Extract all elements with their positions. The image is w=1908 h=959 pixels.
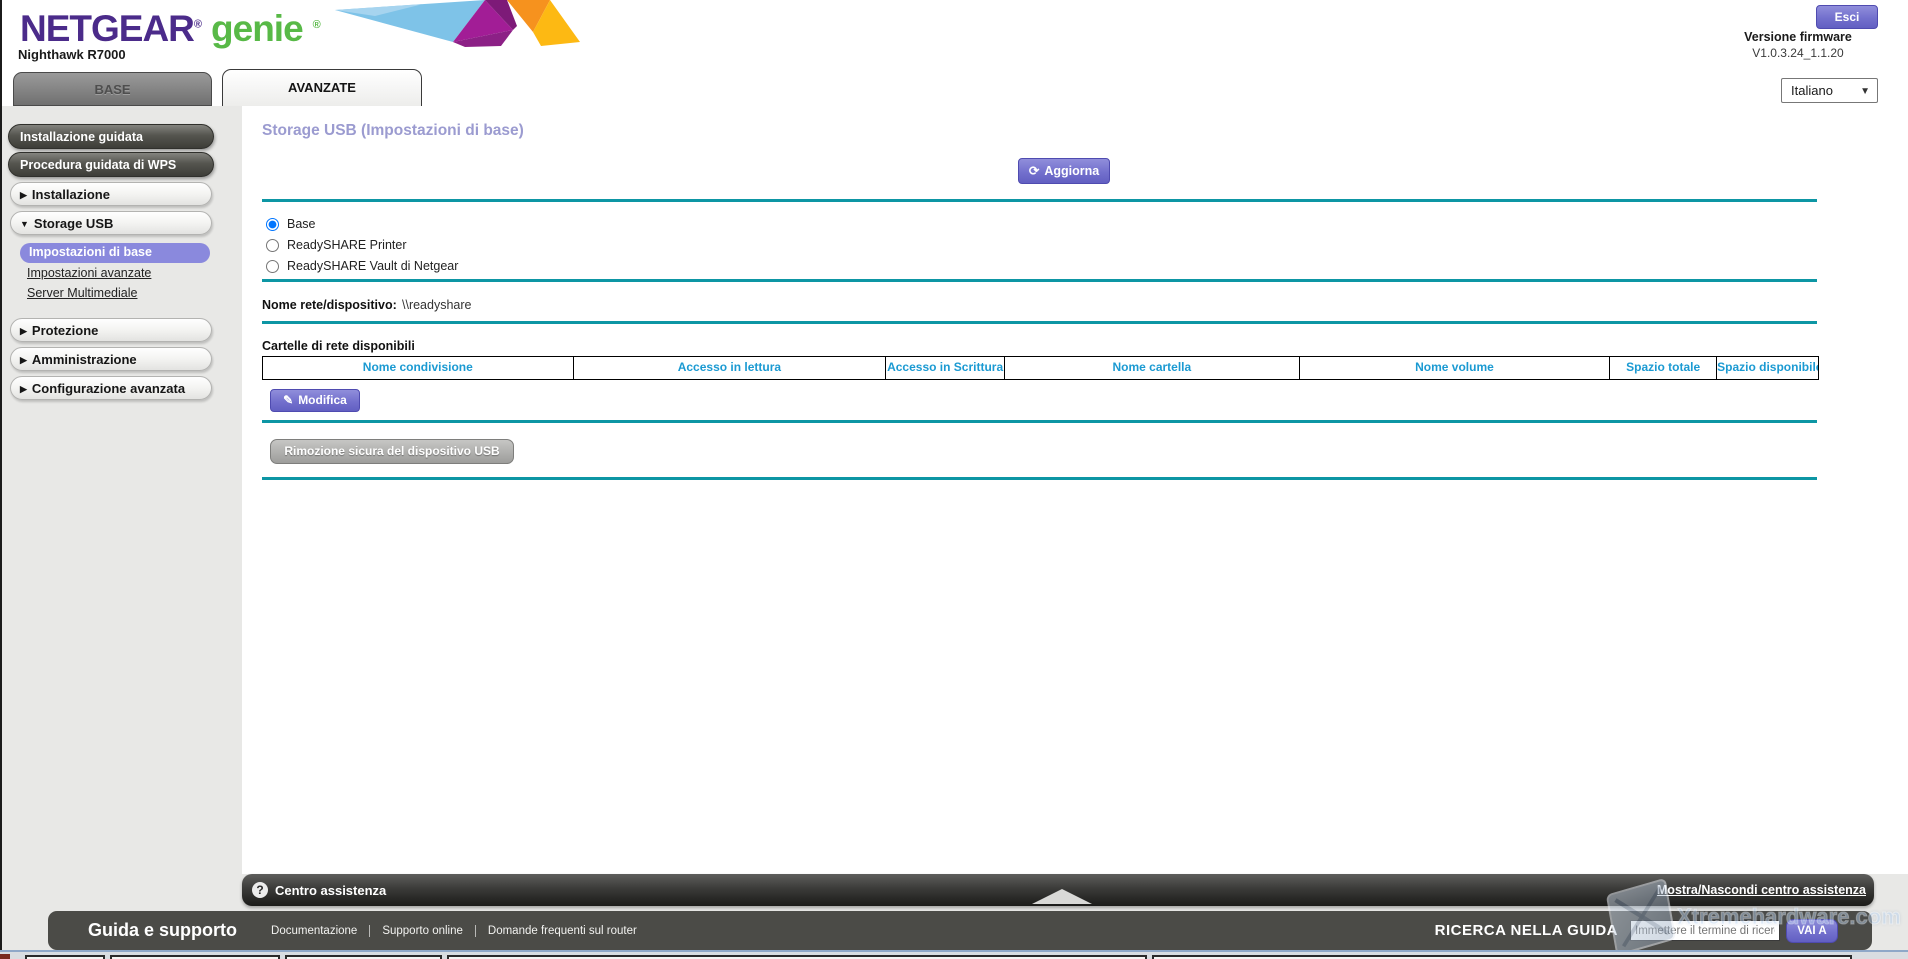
- content-panel: [242, 106, 1908, 874]
- firmware-version: V1.0.3.24_1.1.20: [1718, 46, 1878, 60]
- divider-rule: [262, 420, 1817, 423]
- sidebar-subitem-impostazioni-di-base[interactable]: Impostazioni di base: [20, 243, 210, 263]
- refresh-button[interactable]: ⟳ Aggiorna: [1018, 158, 1110, 184]
- tab-avanzate[interactable]: AVANZATE: [222, 69, 422, 106]
- tab-base[interactable]: BASE: [13, 72, 212, 106]
- logo-genie: genie: [211, 8, 303, 49]
- language-selected-value: Italiano: [1791, 83, 1833, 98]
- registered-mark: ®: [313, 19, 320, 31]
- window-left-edge: [0, 0, 2, 959]
- refresh-icon: ⟳: [1029, 164, 1039, 178]
- column-header-nome-cartella: Nome cartella: [1005, 357, 1300, 379]
- sidebar-item-storage-usb[interactable]: ▼ Storage USB: [10, 211, 212, 235]
- netgear-genie-window: NETGEAR®genie® Nighthawk R7000 Esci Vers…: [0, 0, 1908, 959]
- search-go-button[interactable]: VAI A: [1786, 919, 1838, 943]
- bottom-strip-box: [447, 955, 1147, 959]
- bottom-strip-box: [25, 955, 105, 959]
- radio-option-readyshare-vault[interactable]: ReadySHARE Vault di Netgear: [266, 258, 458, 274]
- divider-rule: [262, 199, 1817, 202]
- bottom-strip-box: [110, 955, 280, 959]
- radio-label: ReadySHARE Vault di Netgear: [287, 259, 458, 273]
- safe-remove-usb-button[interactable]: Rimozione sicura del dispositivo USB: [270, 439, 514, 464]
- modify-button[interactable]: ✎ Modifica: [270, 389, 360, 412]
- sidebar-subitem-server-multimediale[interactable]: Server Multimediale: [27, 286, 137, 300]
- bottom-strip-fragment: [0, 954, 10, 959]
- bottom-strip-box: [1152, 955, 1852, 959]
- radio-label: Base: [287, 217, 316, 231]
- sidebar-subitem-impostazioni-avanzate[interactable]: Impostazioni avanzate: [27, 266, 151, 280]
- sidebar-item-label: Installazione: [32, 187, 110, 202]
- footer-link-domande-frequenti[interactable]: Domande frequenti sul router: [475, 925, 649, 937]
- column-header-nome-volume: Nome volume: [1300, 357, 1611, 379]
- collapsed-arrow-icon: ▶: [20, 384, 27, 394]
- column-header-spazio-totale: Spazio totale: [1610, 357, 1717, 379]
- sidebar-item-protezione[interactable]: ▶ Protezione: [10, 318, 212, 342]
- bottom-strip-box: [285, 955, 442, 959]
- bottom-cutoff-strip: [0, 950, 1908, 959]
- column-header-nome-condivisione: Nome condivisione: [263, 357, 574, 379]
- modify-button-label: Modifica: [298, 393, 347, 407]
- sidebar-item-installazione[interactable]: ▶ Installazione: [10, 182, 212, 206]
- page-title: Storage USB (Impostazioni di base): [262, 122, 524, 140]
- sidebar-item-label: Storage USB: [34, 216, 113, 231]
- sidebar-item-amministrazione[interactable]: ▶ Amministrazione: [10, 347, 212, 371]
- radio-label: ReadySHARE Printer: [287, 238, 407, 252]
- divider-rule: [262, 321, 1817, 324]
- footer-title: Guida e supporto: [88, 920, 237, 941]
- language-select[interactable]: Italiano ▼: [1781, 78, 1878, 103]
- network-name-value: \\readyshare: [402, 298, 471, 312]
- firmware-info: Versione firmware V1.0.3.24_1.1.20: [1718, 30, 1878, 60]
- radio-readyshare-vault[interactable]: [266, 260, 279, 273]
- footer-bar: Guida e supporto Documentazione Supporto…: [48, 911, 1872, 950]
- radio-option-readyshare-printer[interactable]: ReadySHARE Printer: [266, 237, 407, 253]
- help-center-bar: ? Centro assistenza Mostra/Nascondi cent…: [242, 874, 1874, 906]
- divider-rule: [262, 477, 1817, 480]
- expanded-arrow-icon: ▼: [20, 219, 29, 229]
- radio-readyshare-printer[interactable]: [266, 239, 279, 252]
- sidebar-item-label: Configurazione avanzata: [32, 381, 185, 396]
- device-name: Nighthawk R7000: [18, 47, 126, 62]
- netgear-genie-logo: NETGEAR®genie®: [20, 8, 320, 50]
- firmware-label: Versione firmware: [1718, 30, 1878, 44]
- footer-search: RICERCA NELLA GUIDA VAI A: [1435, 919, 1838, 943]
- sidebar-item-label: Protezione: [32, 323, 98, 338]
- sidebar-item-installazione-guidata[interactable]: Installazione guidata: [8, 124, 214, 149]
- chevron-down-icon: ▼: [1860, 80, 1870, 103]
- help-toggle-link[interactable]: Mostra/Nascondi centro assistenza: [1657, 883, 1866, 897]
- collapsed-arrow-icon: ▶: [20, 355, 27, 365]
- table-caption: Cartelle di rete disponibili: [262, 339, 415, 353]
- logout-button[interactable]: Esci: [1816, 5, 1878, 29]
- sidebar-item-procedura-wps[interactable]: Procedura guidata di WPS: [8, 152, 214, 177]
- column-header-accesso-scrittura: Accesso in Scrittura: [886, 357, 1005, 379]
- divider-rule: [262, 279, 1817, 282]
- ribbon-graphic: [335, 0, 580, 48]
- footer-link-documentazione[interactable]: Documentazione: [259, 925, 369, 937]
- collapsed-arrow-icon: ▶: [20, 190, 27, 200]
- help-collapse-arrow-icon[interactable]: [1032, 889, 1092, 904]
- column-header-accesso-lettura: Accesso in lettura: [574, 357, 887, 379]
- radio-base[interactable]: [266, 218, 279, 231]
- refresh-button-label: Aggiorna: [1044, 164, 1099, 178]
- help-center-label: Centro assistenza: [275, 883, 386, 898]
- column-header-spazio-disponibile: Spazio disponibile: [1717, 357, 1818, 379]
- radio-option-base[interactable]: Base: [266, 216, 316, 232]
- sidebar-item-label: Amministrazione: [32, 352, 137, 367]
- help-search-input[interactable]: [1630, 920, 1780, 941]
- network-folders-table: Nome condivisione Accesso in lettura Acc…: [262, 356, 1819, 380]
- footer-links: Documentazione Supporto online Domande f…: [259, 925, 649, 937]
- footer-link-supporto-online[interactable]: Supporto online: [369, 925, 475, 937]
- network-name-label: Nome rete/dispositivo:: [262, 298, 397, 312]
- registered-mark: ®: [194, 19, 201, 31]
- help-question-icon: ?: [252, 882, 268, 898]
- sidebar-item-configurazione-avanzata[interactable]: ▶ Configurazione avanzata: [10, 376, 212, 400]
- search-label: RICERCA NELLA GUIDA: [1435, 922, 1618, 939]
- logo-netgear: NETGEAR: [20, 8, 194, 49]
- collapsed-arrow-icon: ▶: [20, 326, 27, 336]
- edit-pencil-icon: ✎: [283, 393, 293, 407]
